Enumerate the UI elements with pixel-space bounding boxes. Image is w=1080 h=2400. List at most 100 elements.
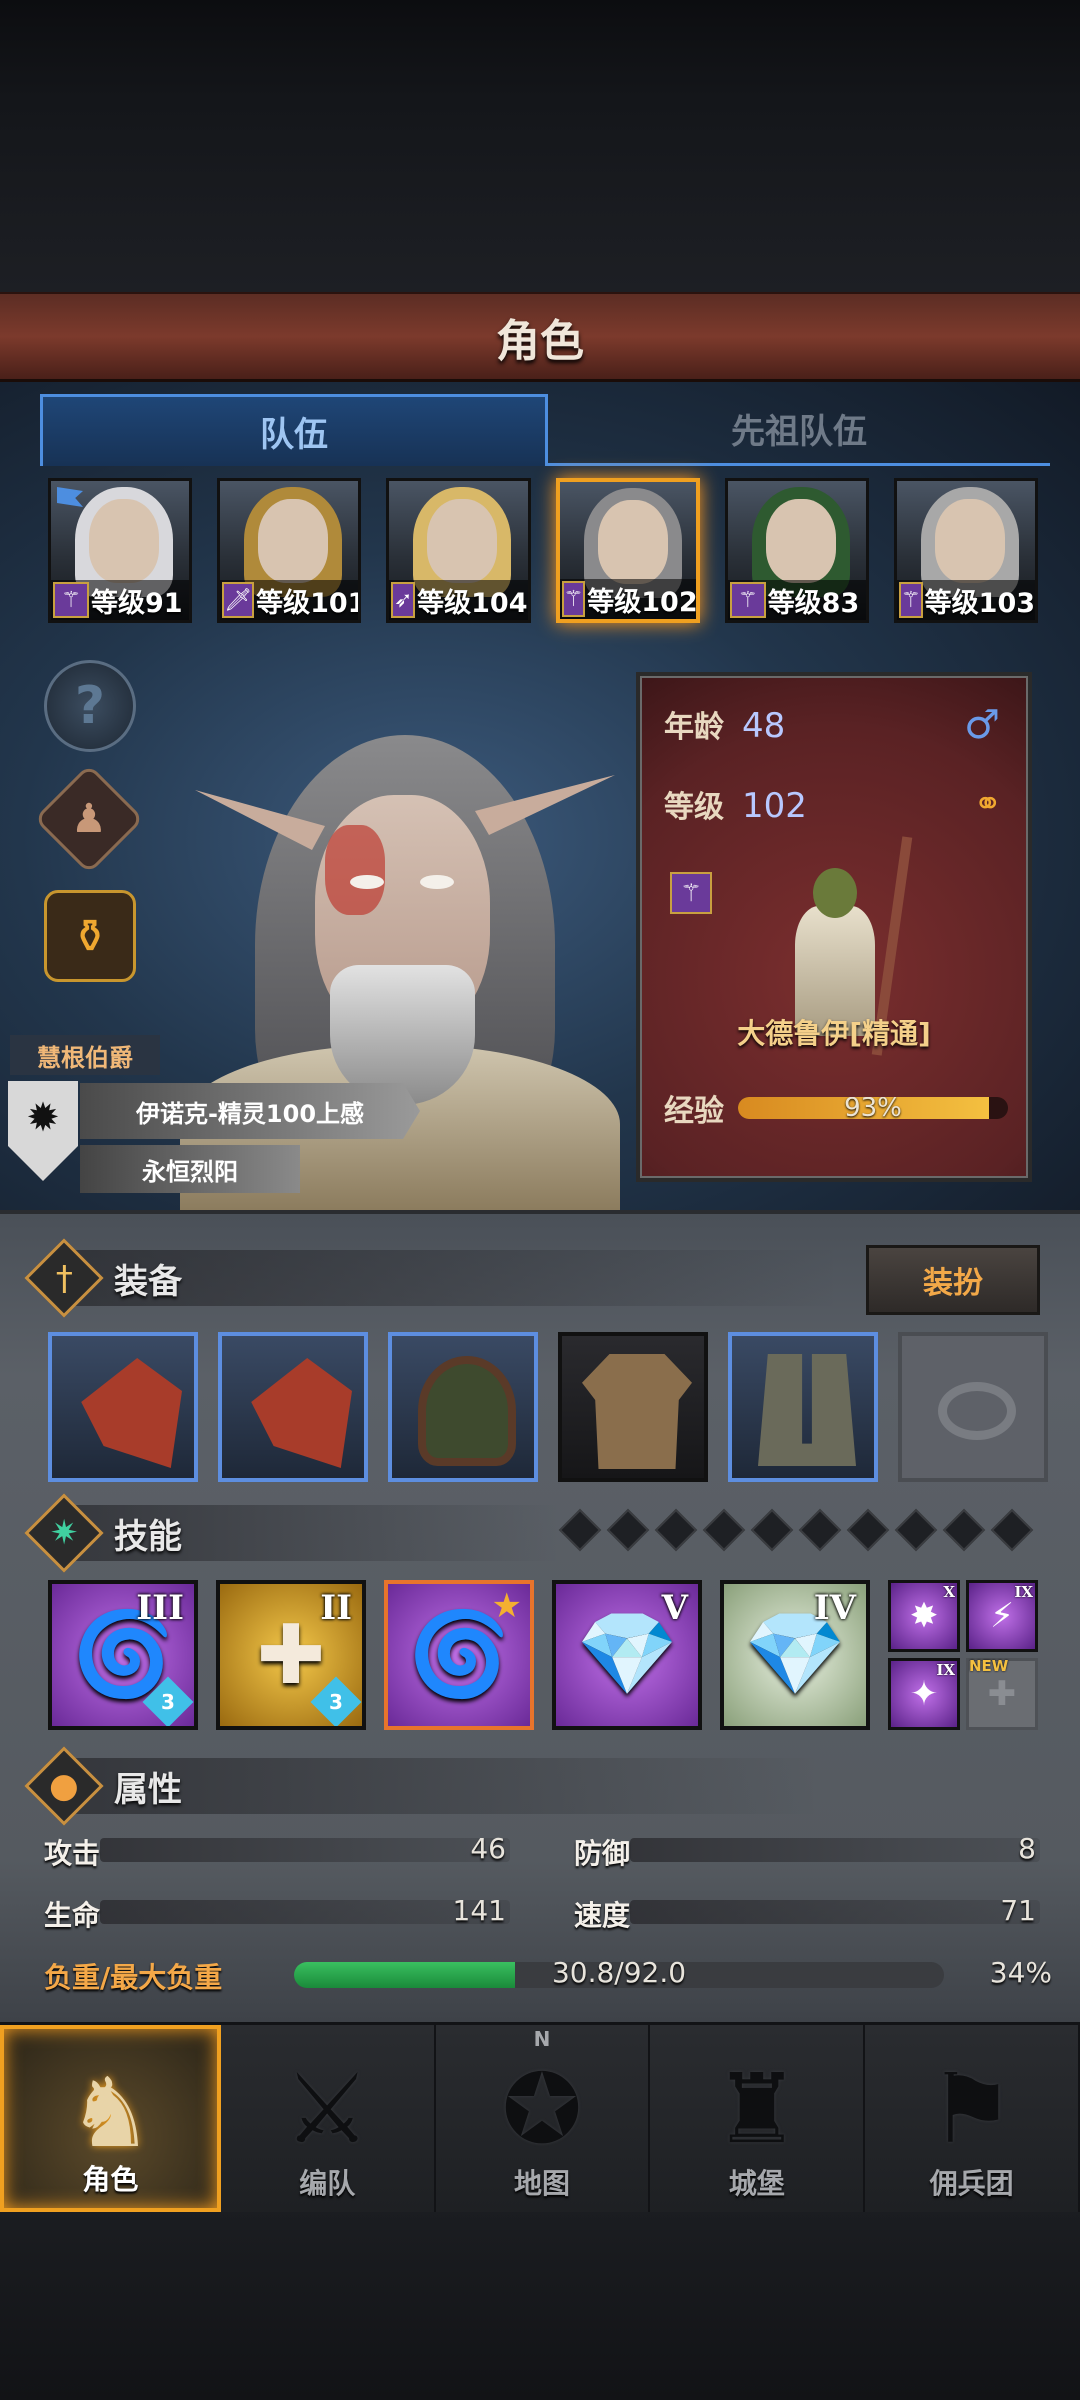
skill-rank: IV bbox=[813, 1588, 856, 1628]
passive-skill-rank: IX bbox=[1014, 1583, 1033, 1601]
potion-button[interactable]: ⚱ bbox=[44, 890, 136, 982]
compass-north-label: N bbox=[533, 2027, 551, 2051]
load-percent: 34% bbox=[989, 1956, 1052, 1989]
passive-skill-rank: X bbox=[943, 1583, 955, 1601]
marriage-ring-icon[interactable]: ⚭ bbox=[974, 784, 1003, 824]
nav-item-2[interactable]: ✪ N 地图 bbox=[436, 2025, 651, 2212]
passive-skill-slot[interactable]: ✚ NEW bbox=[966, 1657, 1038, 1730]
tunic-icon bbox=[582, 1354, 692, 1469]
staff-icon: ⚚ bbox=[898, 582, 923, 618]
attributes-header: ● 属性 bbox=[24, 1746, 182, 1826]
staff-icon: ⚚ bbox=[561, 581, 586, 617]
claw-icon bbox=[251, 1358, 352, 1468]
skill-slot[interactable]: 💎 IV bbox=[720, 1580, 870, 1730]
knight-icon: ♞ bbox=[67, 2057, 154, 2169]
dress-up-button[interactable]: 装扮 bbox=[866, 1245, 1040, 1315]
passive-skill-slot[interactable]: ⚡ IX bbox=[966, 1580, 1038, 1652]
hero-level-bar: ⚚ 等级83 bbox=[727, 580, 866, 620]
bow-icon: ➶ bbox=[391, 582, 416, 618]
hp-row: 生命 bbox=[44, 1894, 100, 1934]
hero-card[interactable]: ⚚ 等级91 bbox=[48, 478, 193, 623]
equipment-slot[interactable] bbox=[898, 1332, 1048, 1482]
skill-point-pip bbox=[654, 1508, 698, 1552]
nav-item-3[interactable]: ♜ 城堡 bbox=[650, 2025, 866, 2212]
portrait-eye-right bbox=[420, 875, 454, 889]
formation-icon: ⚔ bbox=[284, 2053, 371, 2165]
skill-rank: V bbox=[661, 1588, 688, 1628]
skill-gem-count: 3 bbox=[329, 1689, 343, 1714]
character-subtitle: 永恒烈阳 bbox=[80, 1145, 300, 1193]
passive-skill-icon: ✦ bbox=[909, 1674, 939, 1714]
leader-flag-icon bbox=[57, 487, 83, 507]
skill-point-pip bbox=[606, 1508, 650, 1552]
defense-value: 8 bbox=[1018, 1832, 1036, 1865]
defense-row: 防御 bbox=[574, 1832, 630, 1872]
map-compass-icon: ✪ bbox=[501, 2053, 583, 2165]
passive-skill-slot[interactable]: ✸ X bbox=[888, 1580, 960, 1652]
skill-point-pip bbox=[846, 1508, 890, 1552]
equipment-slot[interactable] bbox=[728, 1332, 878, 1482]
exp-row: 经验 93% bbox=[664, 1086, 1008, 1130]
castle-icon: ♜ bbox=[713, 2053, 800, 2165]
hero-face bbox=[765, 499, 836, 583]
hero-level-bar: ➶ 等级104 bbox=[389, 580, 528, 620]
nav-label: 佣兵团 bbox=[929, 2167, 1014, 2200]
exp-percent: 93% bbox=[844, 1097, 902, 1119]
skill-slot[interactable]: 🌀 ★ bbox=[384, 1580, 534, 1730]
nav-label: 编队 bbox=[299, 2167, 356, 2200]
load-value: 30.8/92.0 bbox=[551, 1956, 687, 1989]
skill-rank: II bbox=[320, 1588, 352, 1628]
exp-label: 经验 bbox=[664, 1094, 724, 1129]
skill-point-pip bbox=[894, 1508, 938, 1552]
hero-face bbox=[89, 499, 159, 583]
hero-level-bar: ⚚ 等级102 bbox=[559, 579, 698, 619]
skill-gem-count: 3 bbox=[161, 1689, 175, 1714]
portrait-tattoo bbox=[325, 825, 385, 915]
hero-level-bar: 🗡 等级101 bbox=[220, 580, 362, 620]
equipment-slot[interactable] bbox=[388, 1332, 538, 1482]
equipment-slot[interactable] bbox=[48, 1332, 198, 1482]
skill-points bbox=[558, 1508, 1034, 1552]
nav-label: 城堡 bbox=[728, 2167, 785, 2200]
skill-slot[interactable]: 💎 V bbox=[552, 1580, 702, 1730]
hero-card[interactable]: 🗡 等级101 bbox=[217, 478, 362, 623]
hero-level: 等级101 bbox=[256, 587, 362, 619]
ring-icon bbox=[938, 1382, 1016, 1440]
equipment-slot[interactable] bbox=[558, 1332, 708, 1482]
passive-skill-icon: ✸ bbox=[909, 1596, 939, 1636]
equipment-slot[interactable] bbox=[218, 1332, 368, 1482]
hero-level: 等级103 bbox=[924, 587, 1036, 619]
main-skills: 🌀 III 3 ✚ II 3 🌀 ★ 💎 V 💎 IV bbox=[48, 1580, 870, 1730]
skill-slot[interactable]: ✚ II 3 bbox=[216, 1580, 366, 1730]
skill-slot[interactable]: 🌀 III 3 bbox=[48, 1580, 198, 1730]
skill-point-pip bbox=[750, 1508, 794, 1552]
hero-card[interactable]: ⚚ 等级103 bbox=[893, 478, 1039, 623]
portrait-eye-left bbox=[350, 875, 384, 889]
skill-rank-star: ★ bbox=[491, 1586, 522, 1626]
skills-section-icon: ✷ bbox=[24, 1493, 104, 1573]
tab-ancestor-team[interactable]: 先祖队伍 bbox=[548, 394, 1050, 466]
character-name[interactable]: 伊诺克-精灵100上感 bbox=[80, 1083, 420, 1139]
age-row: 年龄 48 bbox=[664, 702, 785, 746]
hero-card[interactable]: ⚚ 等级83 bbox=[724, 478, 869, 623]
help-button[interactable]: ? bbox=[44, 660, 136, 752]
nav-item-0[interactable]: ♞ 角色 bbox=[0, 2025, 221, 2212]
hero-face bbox=[597, 500, 668, 584]
skill-point-pip bbox=[798, 1508, 842, 1552]
hp-label: 生命 bbox=[44, 1899, 101, 1932]
tab-team[interactable]: 队伍 bbox=[40, 394, 548, 466]
hero-level-bar: ⚚ 等级103 bbox=[896, 580, 1036, 620]
staff-icon: ⚚ bbox=[729, 582, 766, 618]
skill-point-pip bbox=[990, 1508, 1034, 1552]
passive-skill-slot[interactable]: ✦ IX bbox=[888, 1658, 960, 1730]
hero-level: 等级102 bbox=[587, 586, 698, 618]
attributes-section-icon: ● bbox=[24, 1746, 104, 1826]
hero-card[interactable]: ⚚ 等级102 bbox=[555, 478, 700, 623]
nav-item-4[interactable]: ⚑ 佣兵团 bbox=[865, 2025, 1080, 2212]
nav-item-1[interactable]: ⚔ 编队 bbox=[221, 2025, 436, 2212]
hood-icon bbox=[418, 1356, 516, 1466]
hero-card[interactable]: ➶ 等级104 bbox=[386, 478, 531, 623]
level-value: 102 bbox=[742, 786, 807, 826]
hero-face bbox=[258, 499, 329, 583]
hp-value: 141 bbox=[452, 1894, 506, 1927]
